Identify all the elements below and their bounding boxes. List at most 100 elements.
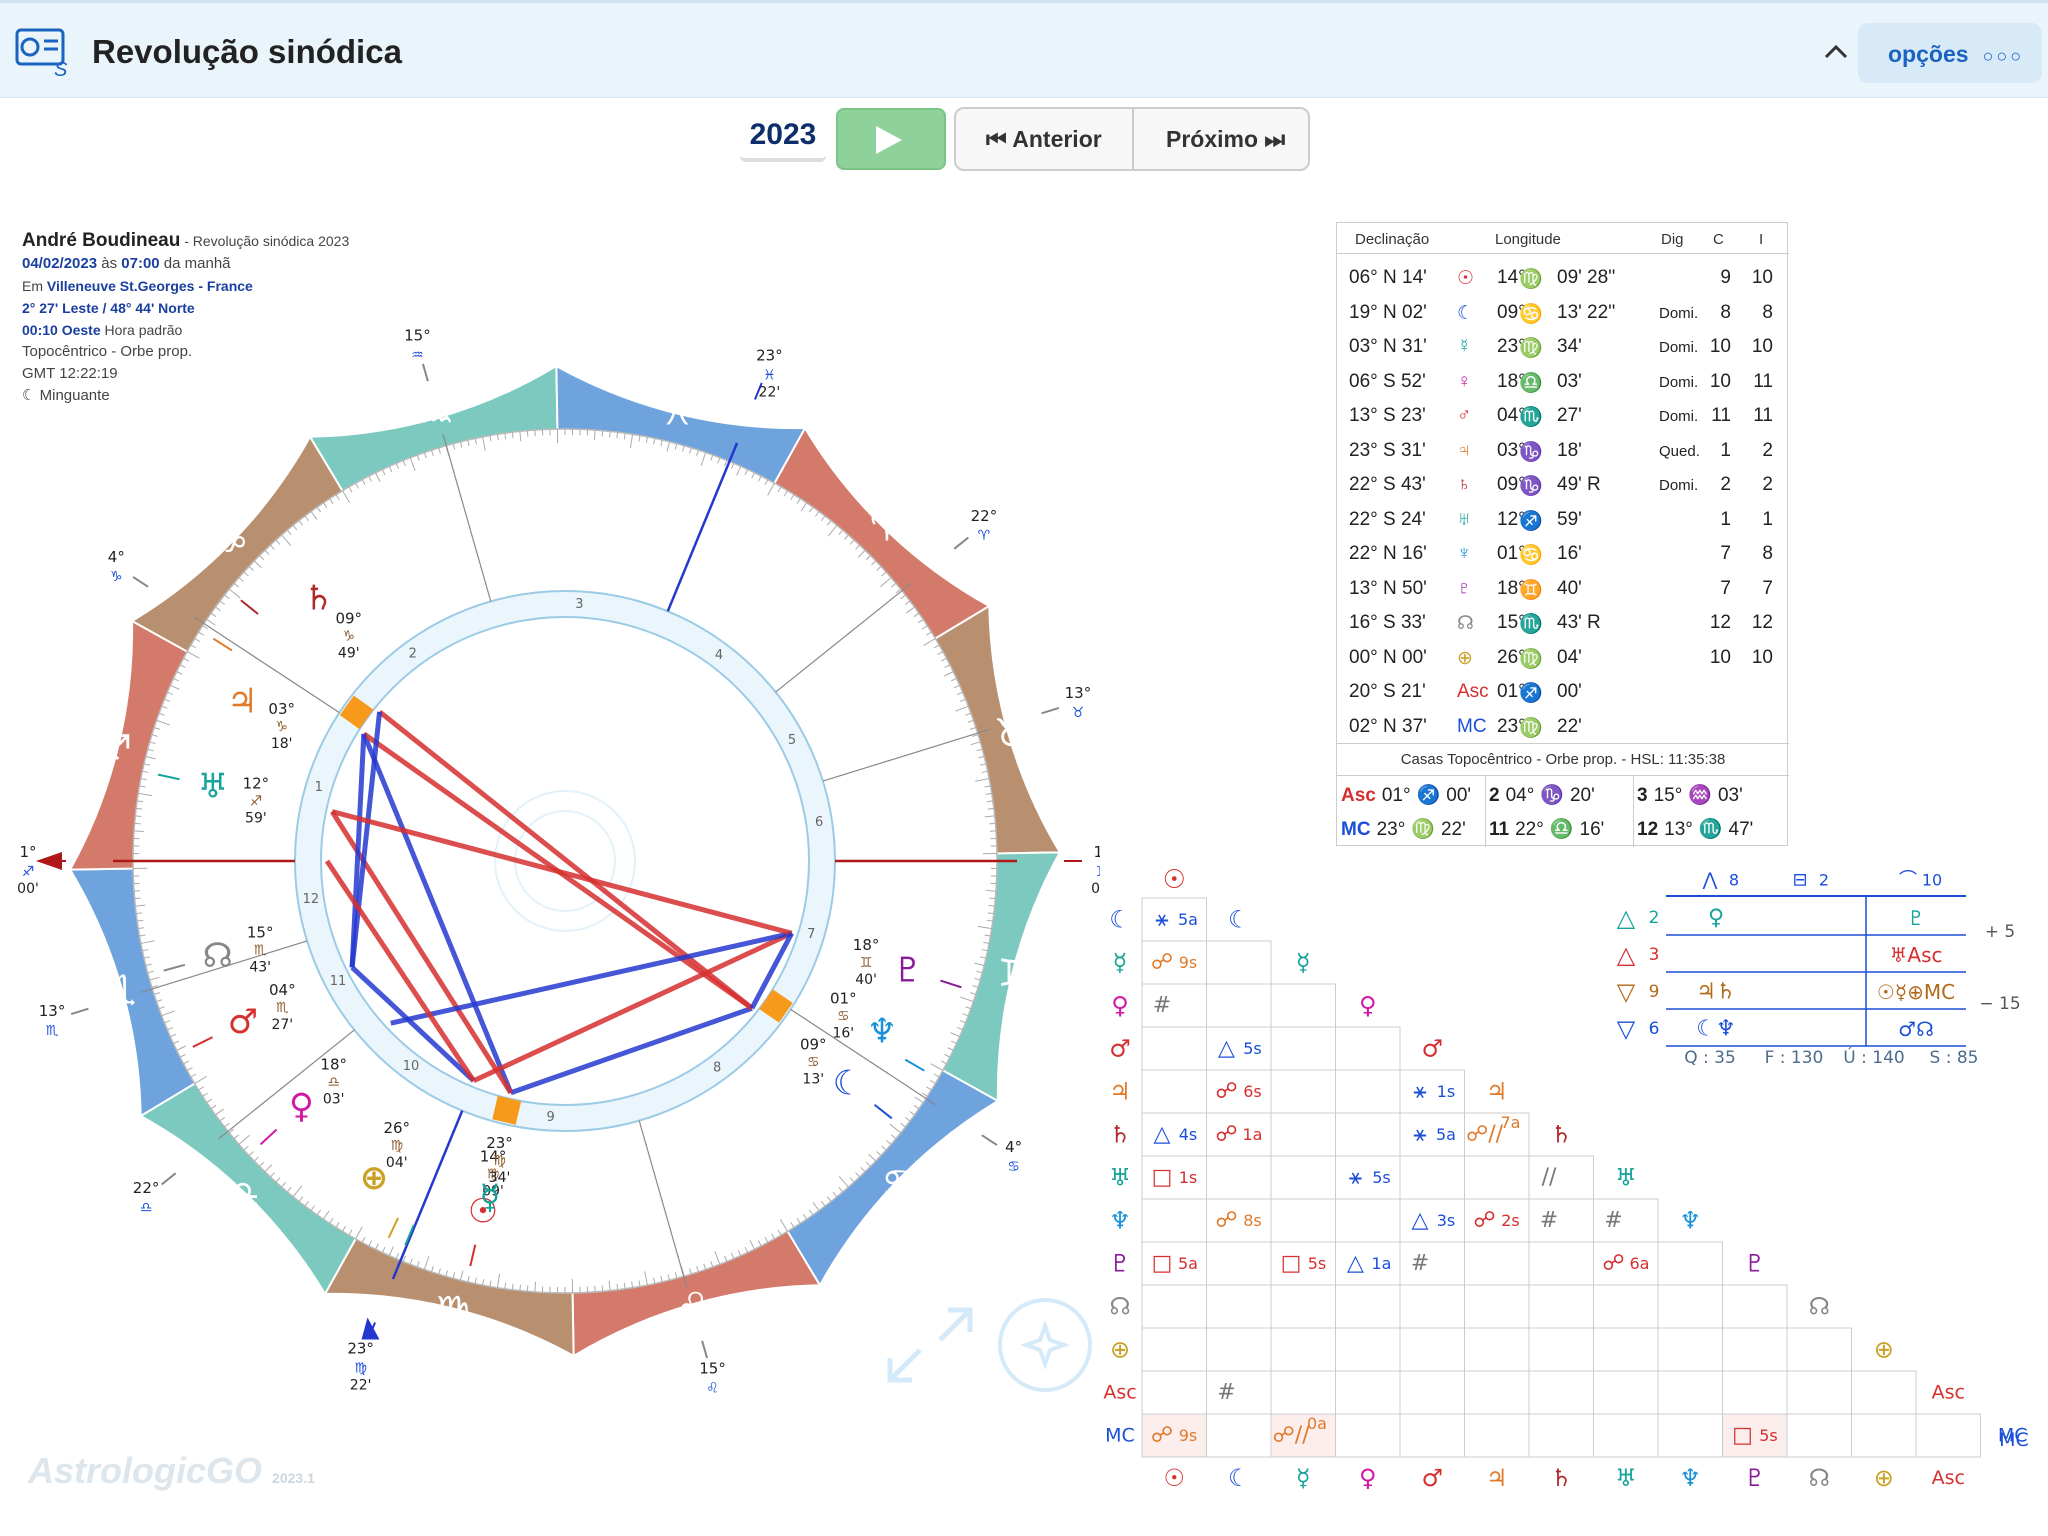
- aspect-orb: 1s: [1179, 1168, 1198, 1187]
- zodiac-sign-glyph: ♐: [98, 727, 132, 771]
- planet-row[interactable]: 06° S 52' ♀ 18° ♎ 03' Domi. 10 11: [1337, 365, 1789, 399]
- planet-glyph[interactable]: ♇: [893, 950, 923, 990]
- aspect-cell: [1851, 1370, 1917, 1415]
- planet-sign: ♐: [1519, 683, 1543, 704]
- house-i: 1: [1762, 508, 1773, 530]
- planet-glyph[interactable]: ♂: [228, 1002, 258, 1042]
- aspect-cell: [1528, 1284, 1594, 1329]
- planet-degree: 15°: [247, 923, 274, 941]
- degree-tick: [134, 822, 141, 825]
- house-cusp-cell: 12 13° ♏ 47': [1637, 817, 1759, 841]
- planet-glyph[interactable]: ☾: [833, 1064, 863, 1104]
- header-dig: Dig: [1661, 231, 1684, 248]
- right-mc-label: MC: [1999, 1429, 2029, 1451]
- cusp-sign: ♌: [706, 1380, 719, 1396]
- header-i: I: [1759, 231, 1764, 248]
- planet-glyph[interactable]: ♄: [303, 578, 333, 618]
- planet-row[interactable]: 03° N 31' ☿ 23° ♍ 34' Domi. 10 10: [1337, 330, 1789, 364]
- diag-label: ⊕: [1874, 1336, 1894, 1364]
- planet-glyph[interactable]: ♆: [867, 1012, 897, 1052]
- aspect-symbol: #: [1217, 1380, 1235, 1405]
- aspect-cell: [1786, 1370, 1852, 1415]
- next-button[interactable]: Próximo ⏭: [1134, 109, 1308, 169]
- planet-row[interactable]: 19° N 02' ☾ 09° ♋ 13' 22'' Domi. 8 8: [1337, 296, 1789, 330]
- planet-glyph[interactable]: ☊: [203, 936, 233, 976]
- cusp-degree: 4°: [1005, 1138, 1022, 1156]
- cusp-degree: 4°: [108, 548, 125, 566]
- year-field[interactable]: 2023: [740, 112, 826, 162]
- planet-minutes: 49': [338, 646, 360, 662]
- chart-wheel[interactable]: ♈♉♊♋♌♍♎♏♐♑♒ ♓11°♐00'24°♑315°♒423°♓22'522°…: [0, 290, 1100, 1450]
- aspect-cell: [1399, 1370, 1465, 1415]
- aspect-cell: [1335, 1112, 1401, 1157]
- chevron-up-icon[interactable]: [1816, 33, 1856, 73]
- planet-row[interactable]: 23° S 31' ♃ 03° ♑ 18' Qued. 1 2: [1337, 434, 1789, 468]
- planet-row[interactable]: 22° N 16' ♆ 01° ♋ 16' 7 8: [1337, 537, 1789, 571]
- planet-declination: 00° N 00': [1349, 646, 1427, 668]
- house-degree: 23°: [1376, 819, 1406, 840]
- planet-row[interactable]: 22° S 24' ♅ 12° ♐ 59' 1 1: [1337, 503, 1789, 537]
- aspect-cell: [1464, 1241, 1530, 1286]
- planet-declination: 19° N 02': [1349, 301, 1427, 323]
- cusp-minutes: 22': [759, 384, 781, 400]
- cusp-degree: 1°: [1093, 843, 1100, 861]
- aspect-cell: [1722, 1284, 1788, 1329]
- aspect-orb: 5s: [1759, 1426, 1778, 1445]
- row-label: ⊕: [1110, 1336, 1130, 1364]
- houses-title: Casas Topocêntrico - Orbe prop. - HSL: 1…: [1400, 751, 1726, 768]
- aspect-cell: [1786, 1327, 1852, 1372]
- aspect-cell: [1206, 940, 1272, 985]
- degree-tick: [593, 430, 596, 441]
- planet-glyph[interactable]: ⊕: [360, 1158, 389, 1198]
- play-button[interactable]: [836, 108, 946, 170]
- planet-glyph[interactable]: ♀: [289, 1086, 314, 1126]
- cusp-tick: [161, 1172, 177, 1186]
- planet-dignity: Qued.: [1659, 442, 1700, 460]
- house-i: 8: [1762, 301, 1773, 323]
- planet-row[interactable]: 00° N 00' ⊕ 26° ♍ 04' 10 10: [1337, 641, 1789, 675]
- previous-button[interactable]: ⏮ Anterior: [956, 109, 1134, 169]
- planet-declination: 20° S 21': [1349, 681, 1426, 702]
- planet-glyph: ☿: [1457, 336, 1472, 357]
- planet-row[interactable]: 13° N 50' ♇ 18° ♊ 40' 7 7: [1337, 572, 1789, 606]
- ai-sparkle-button[interactable]: [998, 1298, 1092, 1392]
- bottom-label: ♅: [1615, 1464, 1637, 1492]
- planet-sign: ♑: [1519, 476, 1543, 497]
- row-label: Asc: [1103, 1382, 1136, 1404]
- element-planets: ♂☊: [1898, 1017, 1934, 1041]
- planet-row[interactable]: 22° S 43' ♄ 09° ♑ 49' R Domi. 2 2: [1337, 468, 1789, 502]
- planet-glyph[interactable]: ♃: [227, 681, 257, 721]
- planet-glyph: ♆: [1457, 543, 1472, 564]
- house-c: 7: [1720, 577, 1731, 599]
- aspect-orb: 5s: [1372, 1168, 1391, 1187]
- mode-icon: ⊟: [1792, 870, 1807, 891]
- degree-tick: [601, 1285, 604, 1292]
- planet-row[interactable]: 02° N 37' MC 23° ♍ 22': [1337, 710, 1789, 744]
- house-i: 10: [1751, 646, 1773, 668]
- house-cusp-cell: 2 04° ♑ 20': [1489, 783, 1601, 807]
- bottom-label: ☊: [1809, 1464, 1830, 1492]
- cusp-degree: 22°: [971, 507, 998, 525]
- cusp-degree: 22°: [133, 1179, 160, 1197]
- planet-glyph[interactable]: ♅: [198, 766, 228, 806]
- aspect-cell: [1206, 1026, 1272, 1071]
- options-button[interactable]: opções ○○○: [1858, 23, 2042, 83]
- planet-sign: ♊: [860, 955, 873, 971]
- aspect-orb: 3s: [1437, 1211, 1456, 1230]
- expand-icon[interactable]: [880, 1300, 980, 1390]
- planet-row[interactable]: 13° S 23' ♂ 04° ♏ 27' Domi. 11 11: [1337, 399, 1789, 433]
- planet-glyph: ♄: [1457, 474, 1472, 495]
- element-icon: △: [1617, 904, 1636, 932]
- house-c: 11: [1711, 405, 1731, 426]
- cusp-tick: [953, 536, 969, 550]
- house-number: 7: [807, 927, 815, 942]
- more-dots-icon: ○○○: [1982, 46, 2025, 66]
- cusp-sign: ♋: [1007, 1159, 1020, 1175]
- planet-minutes: 34': [1557, 336, 1582, 357]
- planet-row[interactable]: 06° N 14' ☉ 14° ♍ 09' 28'' 9 10: [1337, 261, 1789, 295]
- planet-row[interactable]: 20° S 21' Asc 01° ♐ 00': [1337, 675, 1789, 709]
- aspect-cell: [1206, 1327, 1272, 1372]
- planet-row[interactable]: 16° S 33' ☊ 15° ♏ 43' R 12 12: [1337, 606, 1789, 640]
- midheaven-arrow: [361, 1317, 380, 1340]
- aspect-orb: 5a: [1178, 910, 1198, 929]
